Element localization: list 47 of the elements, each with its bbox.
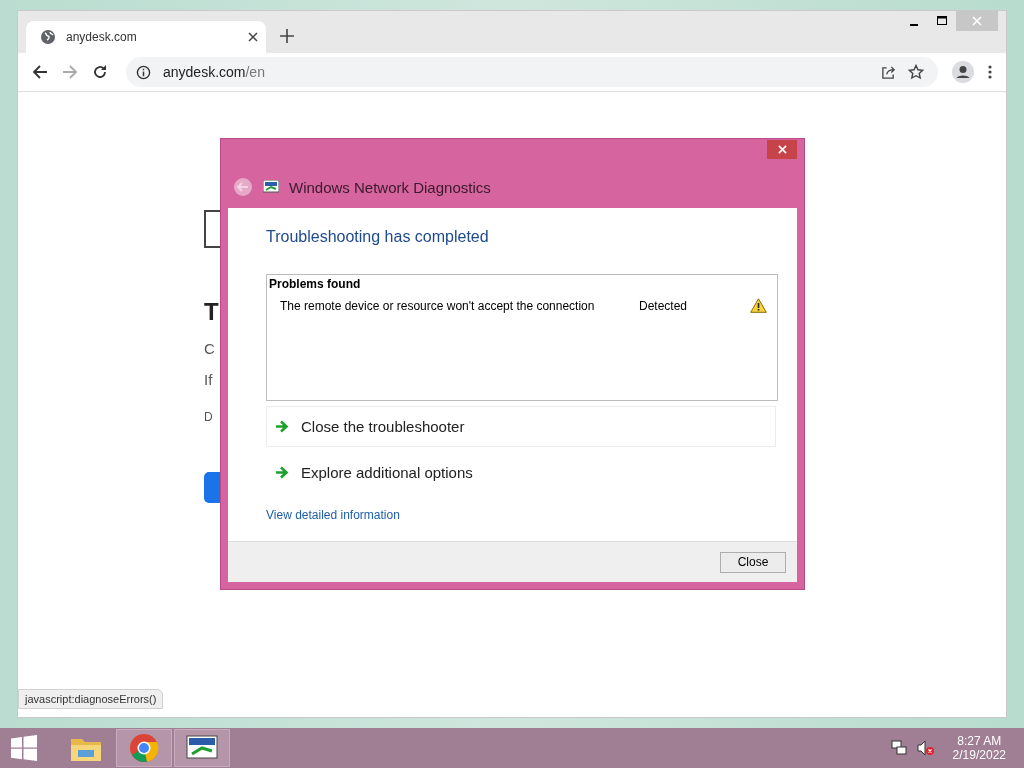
muted-speaker-icon[interactable] xyxy=(916,740,935,756)
option-link[interactable]: Close the troubleshooter xyxy=(266,406,776,447)
dialog-title: Windows Network Diagnostics xyxy=(289,178,491,196)
page-text: If xyxy=(204,371,213,388)
page-text: D xyxy=(204,410,213,424)
info-icon xyxy=(136,64,151,80)
reload-icon[interactable] xyxy=(92,64,108,80)
close-icon xyxy=(972,16,982,26)
taskbar-app[interactable] xyxy=(174,729,230,767)
network-icon[interactable] xyxy=(890,740,907,756)
close-icon xyxy=(777,145,787,154)
share-icon[interactable] xyxy=(881,64,896,80)
back-button-icon[interactable] xyxy=(233,177,253,197)
clock-time: 8:27 AM xyxy=(957,734,1002,748)
page-heading: T xyxy=(204,298,219,326)
clock-date: 2/19/2022 xyxy=(952,748,1006,762)
globe-icon xyxy=(40,29,56,45)
windows-logo-icon xyxy=(11,735,37,761)
maximize-icon xyxy=(937,16,947,26)
new-tab-icon[interactable] xyxy=(280,29,294,43)
address-bar[interactable]: anydesk.com/en xyxy=(126,57,938,87)
problems-header: Problems found xyxy=(269,277,362,291)
taskbar-app[interactable] xyxy=(116,729,172,767)
warning-icon xyxy=(750,298,767,313)
minimize-icon xyxy=(910,23,918,26)
network-app-icon xyxy=(186,735,218,761)
status-bubble: javascript:diagnoseErrors() xyxy=(18,689,164,709)
problem-status: Detected xyxy=(639,298,689,313)
browser-tab[interactable]: anydesk.com xyxy=(26,21,266,53)
arrow-icon xyxy=(275,420,289,433)
browser-logo-icon xyxy=(129,733,159,763)
menu-icon[interactable] xyxy=(988,65,992,79)
network-app-icon xyxy=(263,180,279,194)
option-link[interactable]: Explore additional options xyxy=(266,452,776,493)
dialog-heading: Troubleshooting has completed xyxy=(266,228,489,246)
arrow-icon xyxy=(275,466,289,479)
close-button[interactable]: Close xyxy=(720,551,786,573)
clock[interactable]: 8:27 AM 2/19/2022 xyxy=(952,734,1006,762)
problem-text: The remote device or resource won't accept the connection xyxy=(280,298,596,313)
close-button[interactable] xyxy=(767,140,797,159)
star-icon[interactable] xyxy=(908,64,924,80)
profile-avatar-icon[interactable] xyxy=(952,61,974,83)
close-icon[interactable] xyxy=(248,32,258,42)
page-text: C xyxy=(204,340,215,357)
back-arrow-icon[interactable] xyxy=(32,64,48,80)
url-text: anydesk.com/en xyxy=(163,64,265,80)
details-link[interactable]: View detailed information xyxy=(266,508,400,522)
